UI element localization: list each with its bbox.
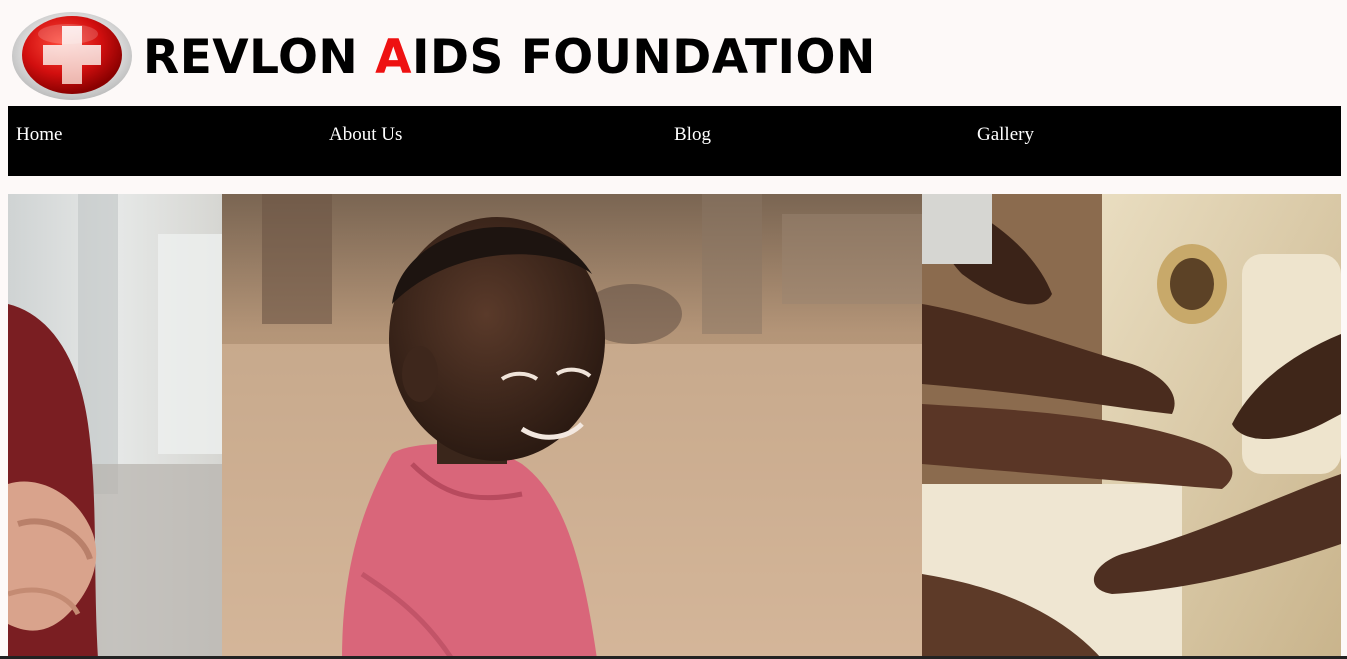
person-in-red-shirt-photo: [8, 194, 222, 659]
nav-item-home[interactable]: Home: [16, 124, 62, 146]
hands-on-water-jugs-photo: [922, 194, 1341, 659]
red-cross-badge-icon[interactable]: [10, 10, 134, 102]
site-title-part-1: REVLON: [143, 30, 376, 85]
nav-item-about-us[interactable]: About Us: [329, 124, 402, 146]
site-title: REVLON AIDS FOUNDATION: [143, 28, 876, 88]
photo-gallery: [8, 194, 1341, 659]
nav-item-blog[interactable]: Blog: [674, 124, 711, 146]
nav-item-gallery[interactable]: Gallery: [977, 124, 1034, 146]
site-title-accent-letter: A: [375, 30, 412, 85]
smiling-child-pink-hoodie-photo: [222, 194, 922, 659]
site-header: REVLON AIDS FOUNDATION: [0, 0, 1347, 106]
main-navigation: Home About Us Blog Gallery: [8, 106, 1341, 176]
site-title-part-2: IDS FOUNDATION: [411, 30, 876, 85]
